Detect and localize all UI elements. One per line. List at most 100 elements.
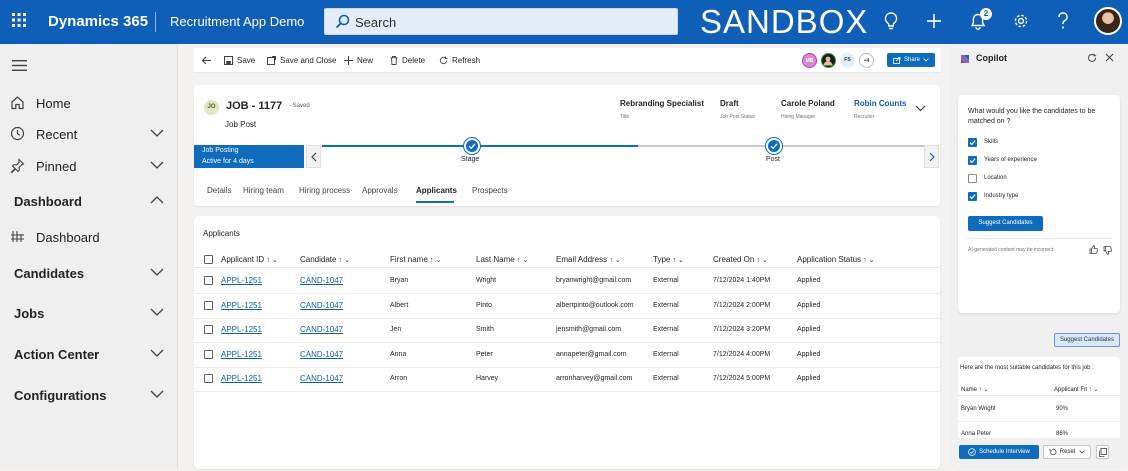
- sidebar-group-configurations[interactable]: Configurations: [0, 381, 178, 409]
- app-module-name[interactable]: Recruitment App Demo: [170, 14, 304, 29]
- result-fit: 90%: [1056, 406, 1069, 412]
- checkbox-checked[interactable]: [968, 156, 977, 165]
- save-and-close-button[interactable]: Save and Close: [267, 48, 336, 73]
- cell-applicant-id[interactable]: APPL-1251: [221, 276, 262, 285]
- chevron-down-icon[interactable]: [150, 349, 164, 357]
- results-column-fit[interactable]: Applicant Fit ↑ ⌄: [1054, 386, 1098, 393]
- collaborator-avatar[interactable]: [821, 53, 836, 68]
- refresh-button[interactable]: Refresh: [439, 48, 480, 73]
- menu-toggle-icon[interactable]: [12, 60, 27, 71]
- previous-stage-button[interactable]: [306, 145, 321, 168]
- thumbs-down-icon[interactable]: [1103, 246, 1112, 255]
- table-row[interactable]: APPL-1251 CAND-1047 Anna Peter annapeter@gma…: [194, 343, 940, 368]
- cell-applicant-id[interactable]: APPL-1251: [221, 301, 262, 310]
- table-row[interactable]: APPL-1251 CAND-1047 Arron Harvey arronharvey…: [194, 367, 940, 392]
- stage-node-complete[interactable]: [766, 138, 782, 154]
- sidebar-item-home[interactable]: Home: [0, 89, 178, 117]
- column-header-last-name[interactable]: Last Name ↑ ⌄: [476, 255, 528, 264]
- tab-details[interactable]: Details: [207, 186, 231, 195]
- chevron-down-icon[interactable]: [150, 129, 164, 137]
- refresh-icon[interactable]: [1087, 53, 1097, 63]
- cell-candidate[interactable]: CAND-1047: [300, 276, 343, 285]
- stage-node-complete[interactable]: [464, 138, 480, 154]
- chevron-up-icon[interactable]: [150, 196, 164, 204]
- delete-button[interactable]: Delete: [390, 48, 425, 73]
- column-header-email[interactable]: Email Address ↑ ⌄: [556, 255, 621, 264]
- search-input[interactable]: Search: [324, 8, 678, 35]
- cell-candidate[interactable]: CAND-1047: [300, 374, 343, 383]
- chevron-down-icon[interactable]: [150, 390, 164, 398]
- sidebar-item-dashboard[interactable]: Dashboard: [0, 223, 178, 251]
- tab-applicants[interactable]: Applicants: [416, 186, 457, 195]
- tab-hiring-process[interactable]: Hiring process: [299, 186, 350, 195]
- checkbox-checked[interactable]: [968, 192, 977, 201]
- cell-applicant-id[interactable]: APPL-1251: [221, 350, 262, 359]
- tab-approvals[interactable]: Approvals: [362, 186, 398, 195]
- more-collaborators-button[interactable]: +4: [859, 53, 874, 68]
- collaborator-avatar[interactable]: FS: [840, 53, 855, 68]
- column-header-first-name[interactable]: First name ↑ ⌄: [390, 255, 441, 264]
- sidebar-group-jobs[interactable]: Jobs: [0, 299, 178, 327]
- row-checkbox[interactable]: [204, 349, 213, 359]
- cell-application-status: Applied: [797, 326, 821, 333]
- table-row[interactable]: APPL-1251 CAND-1047 Albert Pinto albertpinto…: [194, 294, 940, 319]
- sidebar-group-action-center[interactable]: Action Center: [0, 340, 178, 368]
- stage-label: Post: [766, 156, 781, 163]
- user-avatar[interactable]: [1094, 7, 1122, 35]
- chevron-down-icon[interactable]: [150, 161, 164, 169]
- checkbox-unchecked[interactable]: [968, 174, 977, 183]
- cell-candidate[interactable]: CAND-1047: [300, 350, 343, 359]
- sidebar-group-dashboard[interactable]: Dashboard: [0, 187, 178, 215]
- header-field-recruiter[interactable]: Robin Counts Recruiter: [854, 99, 906, 120]
- schedule-interview-button[interactable]: Schedule Interview: [959, 445, 1039, 459]
- sidebar-item-pinned[interactable]: Pinned: [0, 152, 178, 180]
- collaborator-avatar[interactable]: MB: [802, 53, 817, 68]
- thumbs-up-icon[interactable]: [1089, 245, 1098, 254]
- column-header-application-status[interactable]: Application Status ↑ ⌄: [797, 255, 875, 264]
- app-launcher-icon[interactable]: [12, 13, 26, 27]
- back-button[interactable]: [201, 48, 212, 73]
- cell-candidate[interactable]: CAND-1047: [300, 325, 343, 334]
- close-icon[interactable]: [1105, 53, 1114, 62]
- cell-applicant-id[interactable]: APPL-1251: [221, 374, 262, 383]
- tab-hiring-team[interactable]: Hiring team: [243, 186, 284, 195]
- tab-prospects[interactable]: Prospects: [472, 186, 508, 195]
- share-button[interactable]: Share: [887, 53, 935, 67]
- table-row[interactable]: APPL-1251 CAND-1047 Jen Smith jensmith@gmail…: [194, 318, 940, 343]
- app-name[interactable]: Dynamics 365: [48, 13, 148, 30]
- table-row[interactable]: APPL-1251 CAND-1047 Bryan Wright bryanwright…: [194, 269, 940, 294]
- result-row[interactable]: Bryan Wright 90%: [958, 397, 1120, 422]
- gear-icon[interactable]: [1013, 13, 1029, 29]
- lightbulb-icon[interactable]: [884, 12, 898, 30]
- active-stage-flyout[interactable]: Job Posting Active for 4 days: [194, 145, 304, 168]
- next-stage-button[interactable]: [924, 145, 939, 168]
- column-header-candidate[interactable]: Candidate ↑ ⌄: [300, 255, 350, 264]
- header-field-value[interactable]: Robin Counts: [854, 99, 906, 108]
- row-checkbox[interactable]: [204, 300, 213, 310]
- sidebar-group-label: Dashboard: [14, 194, 82, 209]
- chevron-down-icon[interactable]: [150, 268, 164, 276]
- row-checkbox[interactable]: [204, 276, 213, 285]
- checkbox-checked[interactable]: [968, 138, 977, 147]
- column-header-applicant-id[interactable]: Applicant ID ↑ ⌄: [221, 255, 278, 264]
- column-header-created-on[interactable]: Created On ↑ ⌄: [713, 255, 768, 264]
- new-button[interactable]: New: [344, 48, 373, 73]
- row-checkbox[interactable]: [204, 325, 213, 334]
- help-icon[interactable]: [1057, 12, 1069, 30]
- sidebar-item-recent[interactable]: Recent: [0, 120, 178, 148]
- plus-icon[interactable]: [926, 13, 942, 29]
- save-button[interactable]: Save: [224, 48, 255, 73]
- suggest-candidates-button[interactable]: Suggest Candidates: [968, 216, 1043, 231]
- copy-button[interactable]: [1096, 445, 1109, 459]
- results-column-name[interactable]: Name ↑ ⌄: [961, 386, 988, 393]
- row-checkbox[interactable]: [204, 374, 213, 383]
- sidebar-group-candidates[interactable]: Candidates: [0, 259, 178, 287]
- chevron-down-icon[interactable]: [150, 308, 164, 316]
- column-header-type[interactable]: Type ↑ ⌄: [653, 255, 684, 264]
- reset-button[interactable]: Reset: [1043, 445, 1091, 459]
- cell-applicant-id[interactable]: APPL-1251: [221, 325, 262, 334]
- cell-candidate[interactable]: CAND-1047: [300, 301, 343, 310]
- cell-created-on: 7/12/2024 1:40PM: [713, 277, 771, 284]
- expand-header-chevron-icon[interactable]: [915, 105, 926, 112]
- select-all-checkbox[interactable]: [204, 255, 213, 264]
